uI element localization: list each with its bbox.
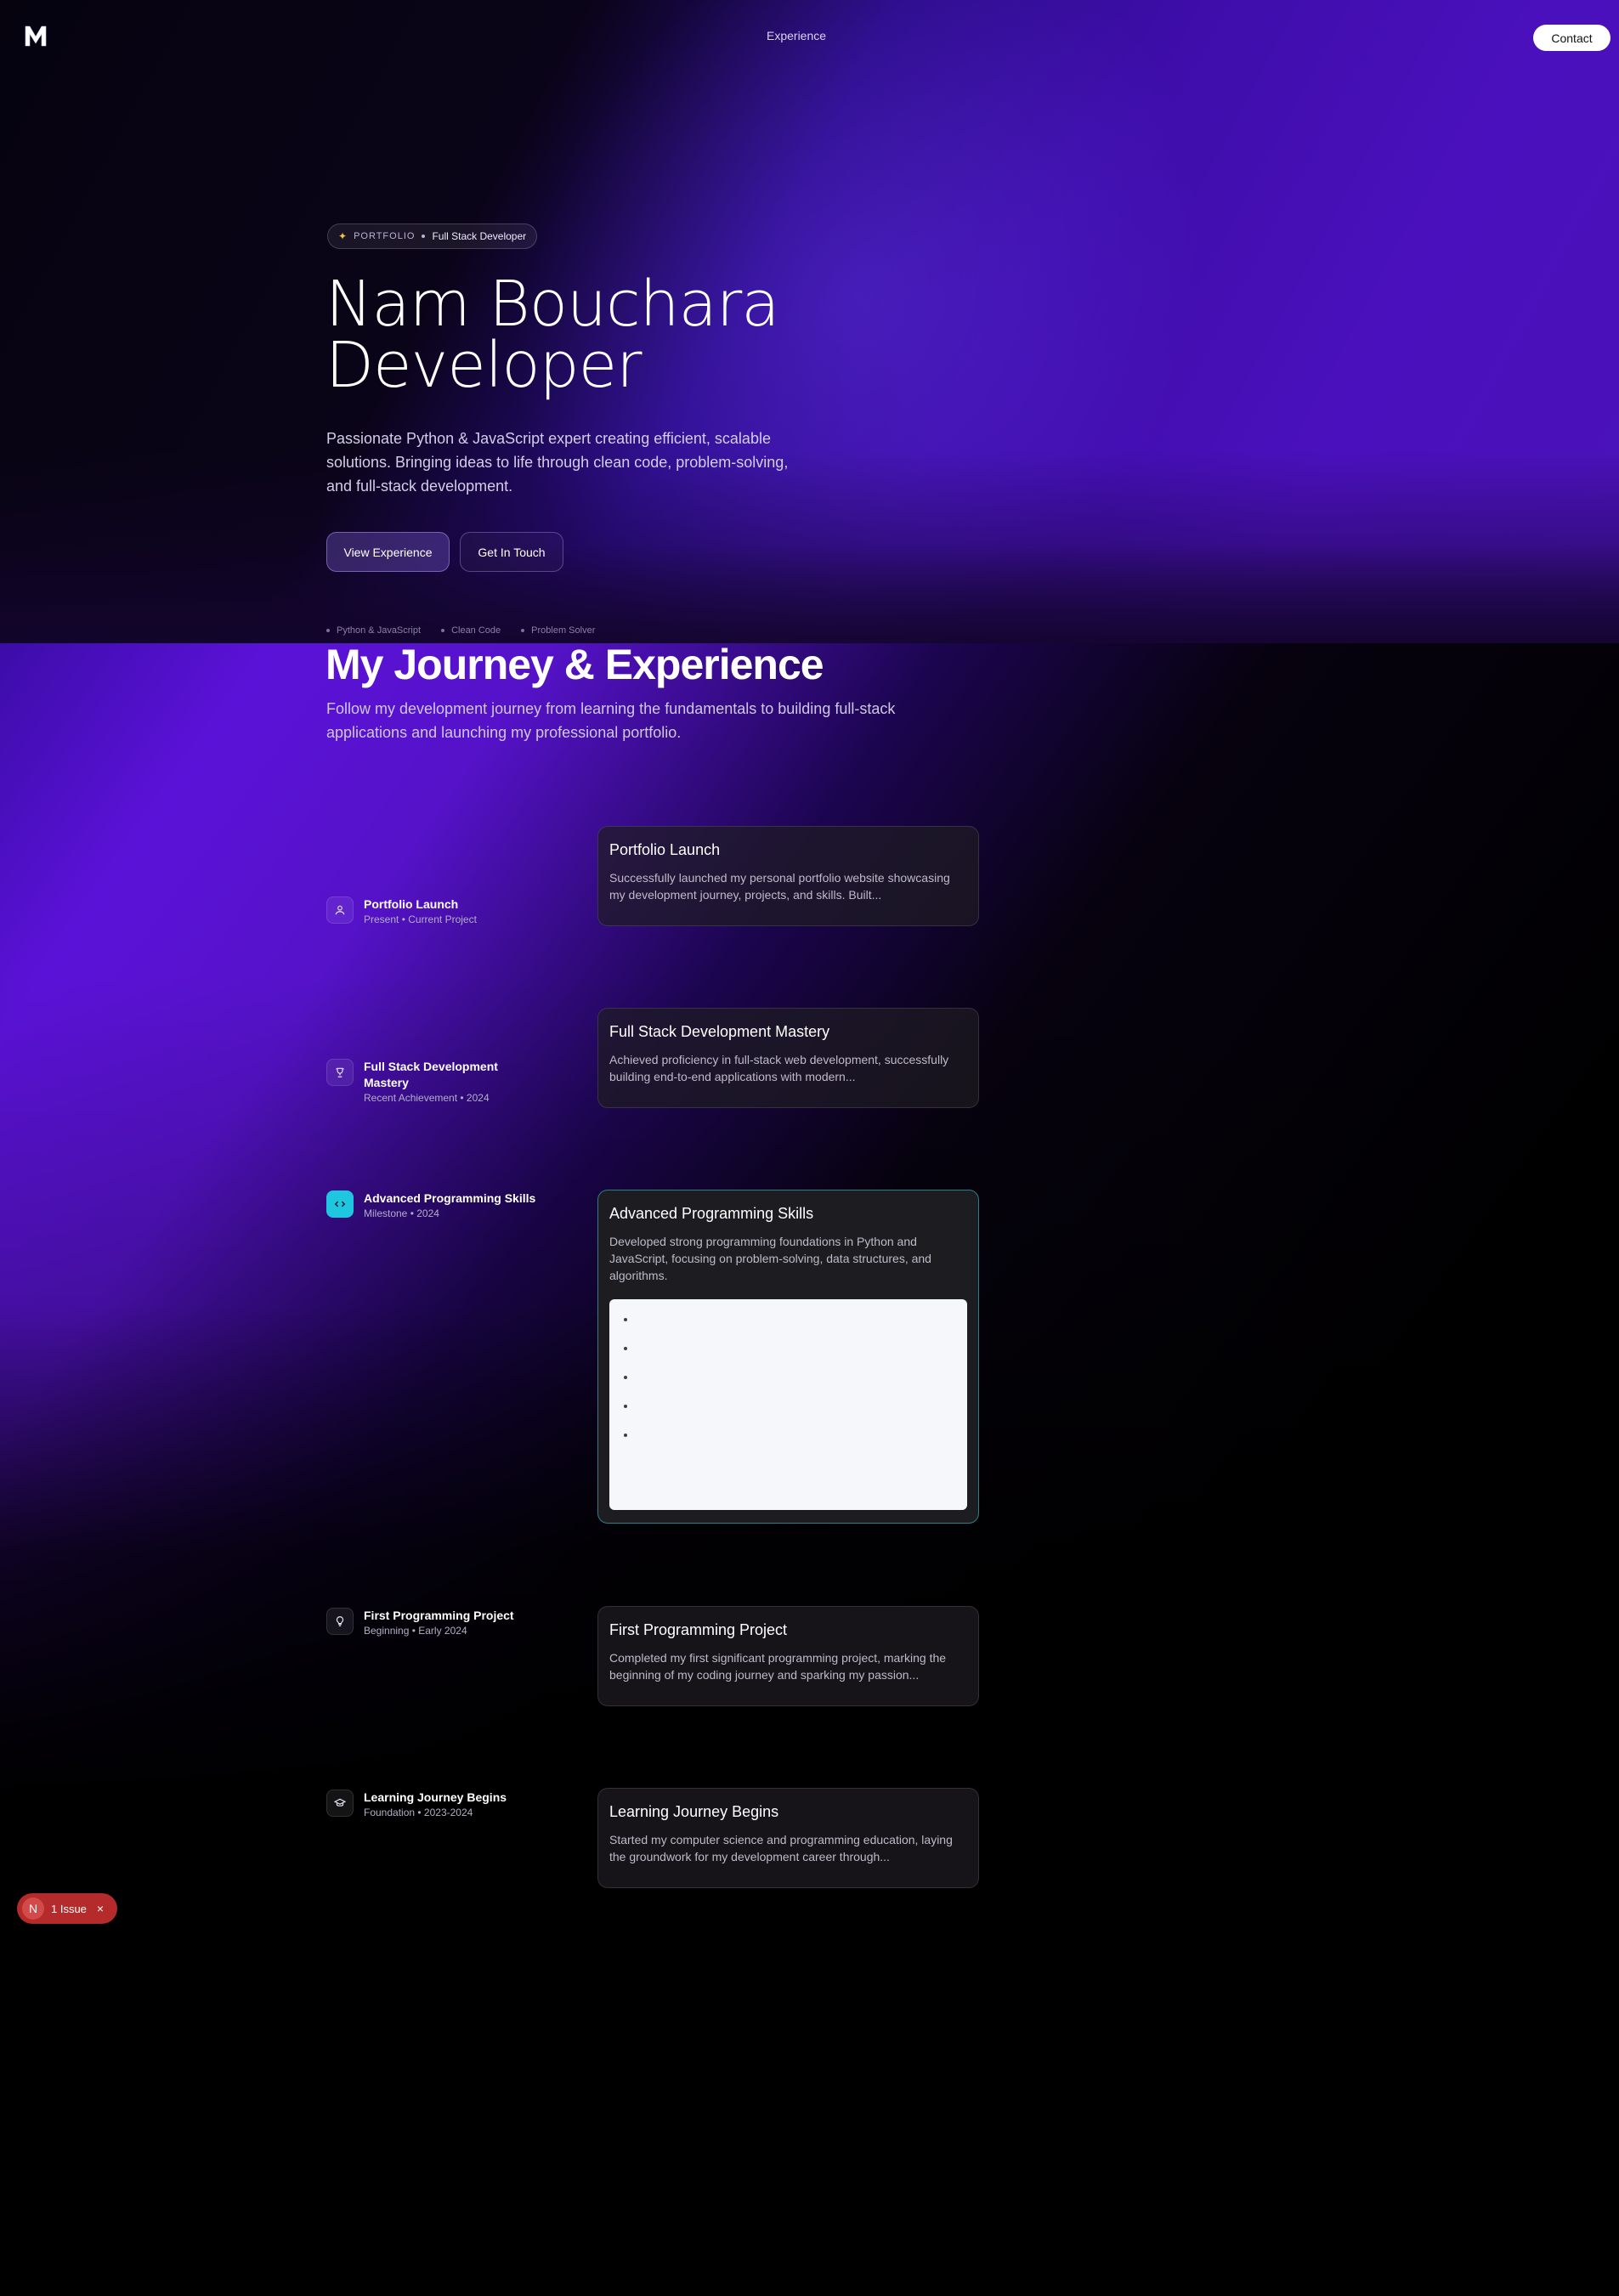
timeline-item-first-project[interactable]: First Programming Project Beginning • Ea… <box>326 1608 547 1637</box>
issues-count: 1 Issue <box>51 1902 87 1915</box>
journey-title: My Journey & Experience <box>325 643 824 688</box>
experience-card[interactable]: Portfolio Launch Successfully launched m… <box>597 826 979 926</box>
experience-card[interactable]: Learning Journey Begins Started my compu… <box>597 1788 979 1888</box>
card-description: Achieved proficiency in full-stack web d… <box>609 1053 949 1083</box>
issues-indicator[interactable]: N 1 Issue × <box>17 1893 117 1924</box>
hero-chips: Python & JavaScript Clean Code Problem S… <box>326 625 595 636</box>
timeline-item-name: Learning Journey Begins <box>364 1790 507 1804</box>
hero-title: Nam Bouchara Developer <box>325 268 1090 402</box>
experience-card[interactable]: Full Stack Development Mastery Achieved … <box>597 1008 979 1108</box>
nextjs-badge-icon: N <box>22 1897 44 1920</box>
timeline-item-meta: Milestone • 2024 <box>364 1207 439 1219</box>
timeline-item-name: First Programming Project <box>364 1609 514 1622</box>
graduation-cap-icon <box>326 1790 354 1817</box>
close-icon[interactable]: × <box>97 1902 104 1915</box>
hero-section: Experience Contact ✦ PORTFOLIO Full Stac… <box>0 0 1619 643</box>
card-title: First Programming Project <box>609 1621 788 1638</box>
lightbulb-icon <box>326 1608 354 1635</box>
chip: Python & JavaScript <box>326 625 421 636</box>
timeline-item-meta: Recent Achievement • 2024 <box>364 1092 490 1104</box>
chip: Problem Solver <box>521 625 595 636</box>
detail-list-item <box>637 1427 954 1444</box>
nav-link-experience[interactable]: Experience <box>767 29 826 42</box>
hero-title-line2: Developer <box>325 329 643 402</box>
timeline-item-meta: Present • Current Project <box>364 913 477 925</box>
experience-card-expanded[interactable]: Advanced Programming Skills Developed st… <box>597 1190 979 1524</box>
detail-list-item <box>637 1311 954 1328</box>
code-icon <box>326 1190 354 1218</box>
timeline-item-name: Portfolio Launch <box>364 897 459 911</box>
hero-description: Passionate Python & JavaScript expert cr… <box>326 430 789 495</box>
get-in-touch-button[interactable]: Get In Touch <box>460 532 563 572</box>
timeline-item-learning-journey[interactable]: Learning Journey Begins Foundation • 202… <box>326 1790 547 1819</box>
trophy-icon <box>326 1059 354 1086</box>
card-title: Portfolio Launch <box>609 841 721 858</box>
timeline-item-advanced-programming[interactable]: Advanced Programming Skills Milestone • … <box>326 1190 547 1220</box>
timeline-item-full-stack[interactable]: Full Stack Development Mastery Recent Ac… <box>326 1059 547 1105</box>
hero-badge: ✦ PORTFOLIO Full Stack Developer <box>327 223 538 249</box>
view-experience-button[interactable]: View Experience <box>326 532 450 572</box>
journey-subtitle: Follow my development journey from learn… <box>326 700 896 741</box>
card-description: Developed strong programming foundations… <box>609 1235 931 1282</box>
timeline-item-name: Advanced Programming Skills <box>364 1191 536 1205</box>
chip: Clean Code <box>441 625 501 636</box>
experience-card[interactable]: First Programming Project Completed my f… <box>597 1606 979 1706</box>
hero-title-line1: Nam Bouchara <box>325 268 780 341</box>
card-title: Full Stack Development Mastery <box>609 1023 830 1040</box>
card-title: Advanced Programming Skills <box>609 1205 814 1222</box>
badge-role: Full Stack Developer <box>432 230 527 242</box>
user-icon <box>326 896 354 924</box>
badge-separator <box>422 235 426 238</box>
sparkle-icon: ✦ <box>338 230 348 242</box>
timeline-item-name: Full Stack Development Mastery <box>364 1060 498 1089</box>
badge-tag: PORTFOLIO <box>354 231 416 241</box>
detail-list-item <box>637 1369 954 1386</box>
card-description: Successfully launched my personal portfo… <box>609 871 950 902</box>
logo-icon[interactable] <box>22 22 49 49</box>
contact-button[interactable]: Contact <box>1533 25 1611 51</box>
detail-list-item <box>637 1340 954 1357</box>
detail-list-item <box>637 1398 954 1415</box>
card-details-list <box>609 1299 967 1510</box>
card-description: Started my computer science and programm… <box>609 1833 953 1863</box>
timeline-item-meta: Beginning • Early 2024 <box>364 1625 467 1637</box>
timeline-item-portfolio-launch[interactable]: Portfolio Launch Present • Current Proje… <box>326 896 547 926</box>
timeline-item-meta: Foundation • 2023-2024 <box>364 1807 473 1818</box>
card-description: Completed my first significant programmi… <box>609 1651 947 1682</box>
journey-section: My Journey & Experience Follow my develo… <box>0 643 1619 2296</box>
card-title: Learning Journey Begins <box>609 1803 779 1820</box>
